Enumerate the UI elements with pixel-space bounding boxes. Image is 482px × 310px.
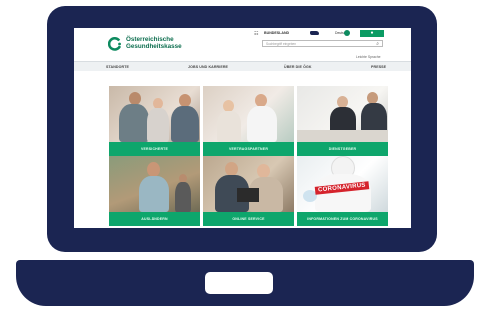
tile-auslaendern[interactable]: AUSLÄNDERN	[109, 156, 200, 226]
laptop-screen: Österreichische Gesundheitskasse ☷ BUNDE…	[74, 28, 411, 228]
doctor-child-photo	[203, 86, 294, 142]
seniors-tablet-photo	[203, 156, 294, 212]
search-placeholder: Suchbegriff eingeben	[266, 42, 297, 46]
tile-label: VERTRAGSPARTNER	[203, 142, 294, 156]
tile-coronavirus[interactable]: CORONAVIRUS INFORMATIONEN ZUM CORONAVIRU…	[297, 156, 388, 226]
main-nav: STANDORTE JOBS UND KARRIERE ÜBER DIE ÖGK…	[74, 61, 411, 71]
tile-online-service[interactable]: ONLINE SERVICE	[203, 156, 294, 226]
user-login-button[interactable]: ●	[360, 30, 384, 37]
nav-item-ueber[interactable]: ÜBER DIE ÖGK	[284, 65, 312, 69]
site-logo[interactable]: Österreichische Gesundheitskasse	[126, 36, 182, 50]
logo-line1: Österreichische	[126, 36, 174, 43]
nav-item-presse[interactable]: PRESSE	[371, 65, 386, 69]
tile-dienstgeber[interactable]: DIENSTGEBER	[297, 86, 388, 156]
family-photo	[109, 86, 200, 142]
nav-item-jobs[interactable]: JOBS UND KARRIERE	[188, 65, 228, 69]
easy-language-link[interactable]: Leichte Sprache	[356, 55, 381, 59]
site-header: Österreichische Gesundheitskasse ☷ BUNDE…	[74, 28, 411, 60]
logo-line2: Gesundheitskasse	[126, 43, 182, 50]
nav-item-standorte[interactable]: STANDORTE	[106, 65, 129, 69]
austria-map-icon	[310, 31, 319, 35]
search-input[interactable]: Suchbegriff eingeben ⌕	[262, 40, 383, 47]
meeting-photo	[297, 86, 388, 142]
tile-label: DIENSTGEBER	[297, 142, 388, 156]
bundesland-selector[interactable]: BUNDESLAND	[264, 31, 289, 35]
laptop-trackpad	[205, 272, 273, 294]
oegk-logo-icon[interactable]	[108, 37, 122, 51]
user-icon: ●	[370, 30, 374, 36]
tile-label: AUSLÄNDERN	[109, 212, 200, 226]
language-globe-icon[interactable]	[344, 30, 350, 36]
search-icon[interactable]: ⌕	[376, 41, 379, 47]
tile-label: INFORMATIONEN ZUM CORONAVIRUS	[297, 212, 388, 226]
tile-versicherte[interactable]: VERSICHERTE	[109, 86, 200, 156]
woman-outdoors-photo	[109, 156, 200, 212]
tile-label: ONLINE SERVICE	[203, 212, 294, 226]
tile-vertragspartner[interactable]: VERTRAGSPARTNER	[203, 86, 294, 156]
coronavirus-test-photo: CORONAVIRUS	[297, 156, 388, 212]
tile-label: VERSICHERTE	[109, 142, 200, 156]
grid-icon: ☷	[254, 31, 259, 37]
